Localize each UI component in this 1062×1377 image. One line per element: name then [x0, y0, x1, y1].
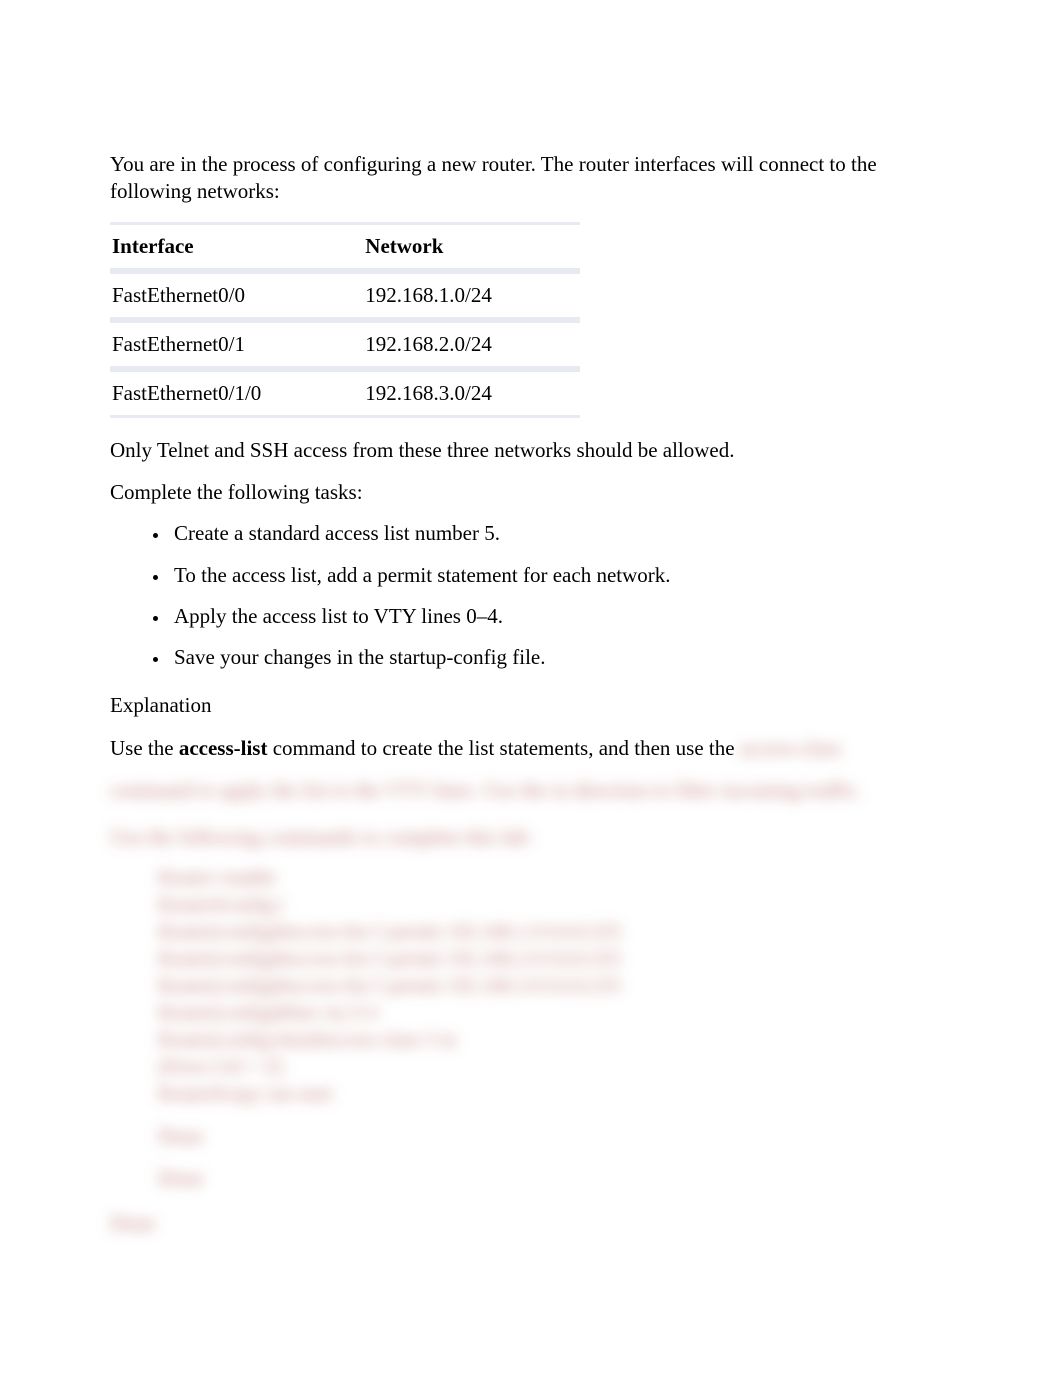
- col-header-network: Network: [363, 222, 580, 271]
- blurred-code-line: (Press Ctrl + Z): [158, 1054, 952, 1081]
- table-row: FastEthernet0/1/0 192.168.3.0/24: [110, 369, 580, 418]
- blurred-code-line: Router#copy run start: [158, 1081, 952, 1108]
- table-row: FastEthernet0/1 192.168.2.0/24: [110, 320, 580, 369]
- document-page: You are in the process of configuring a …: [0, 0, 1062, 1377]
- sentence-prefix: Use the: [110, 736, 179, 760]
- table-row: FastEthernet0/0 192.168.1.0/24: [110, 271, 580, 320]
- blurred-code-line: Router(config)#access-list 5 permit 192.…: [158, 973, 952, 1000]
- explanation-heading: Explanation: [110, 691, 952, 719]
- blurred-inline-text: access-class: [740, 736, 841, 760]
- cell-interface: FastEthernet0/1/0: [110, 369, 363, 418]
- allowed-paragraph: Only Telnet and SSH access from these th…: [110, 436, 952, 464]
- cell-network: 192.168.2.0/24: [363, 320, 580, 369]
- use-access-list-paragraph: Use the access-list command to create th…: [110, 734, 952, 762]
- cell-network: 192.168.1.0/24: [363, 271, 580, 320]
- blurred-subheading: Use the following commands to complete t…: [110, 823, 952, 851]
- cell-interface: FastEthernet0/1: [110, 320, 363, 369]
- blurred-code-line: Router#config t: [158, 892, 952, 919]
- list-item: To the access list, add a permit stateme…: [170, 562, 952, 589]
- blurred-footer: Done: [110, 1209, 952, 1237]
- list-item: Apply the access list to VTY lines 0–4.: [170, 603, 952, 630]
- blurred-code-block: Router>enable Router#config t Router(con…: [158, 865, 952, 1108]
- blurred-word: Done: [158, 1122, 952, 1150]
- complete-tasks-paragraph: Complete the following tasks:: [110, 478, 952, 506]
- list-item: Save your changes in the startup-config …: [170, 644, 952, 671]
- table-header-row: Interface Network: [110, 222, 580, 271]
- blurred-code-line: Router(config-line)#access-class 5 in: [158, 1027, 952, 1054]
- list-item: Create a standard access list number 5.: [170, 520, 952, 547]
- access-list-keyword: access-list: [179, 736, 268, 760]
- blurred-code-line: Router>enable: [158, 865, 952, 892]
- interface-network-table: Interface Network FastEthernet0/0 192.16…: [110, 222, 580, 418]
- cell-interface: FastEthernet0/0: [110, 271, 363, 320]
- col-header-interface: Interface: [110, 222, 363, 271]
- blurred-word: Done: [158, 1164, 952, 1192]
- blurred-code-line: Router(config)#line vty 0 4: [158, 1000, 952, 1027]
- task-list: Create a standard access list number 5. …: [110, 520, 952, 671]
- sentence-suffix: command to create the list statements, a…: [267, 736, 739, 760]
- blurred-code-line: Router(config)#access-list 5 permit 192.…: [158, 919, 952, 946]
- cell-network: 192.168.3.0/24: [363, 369, 580, 418]
- blurred-code-line: Router(config)#access-list 5 permit 192.…: [158, 946, 952, 973]
- blurred-line: command to apply the list to the VTY lin…: [110, 776, 952, 804]
- intro-paragraph: You are in the process of configuring a …: [110, 151, 952, 206]
